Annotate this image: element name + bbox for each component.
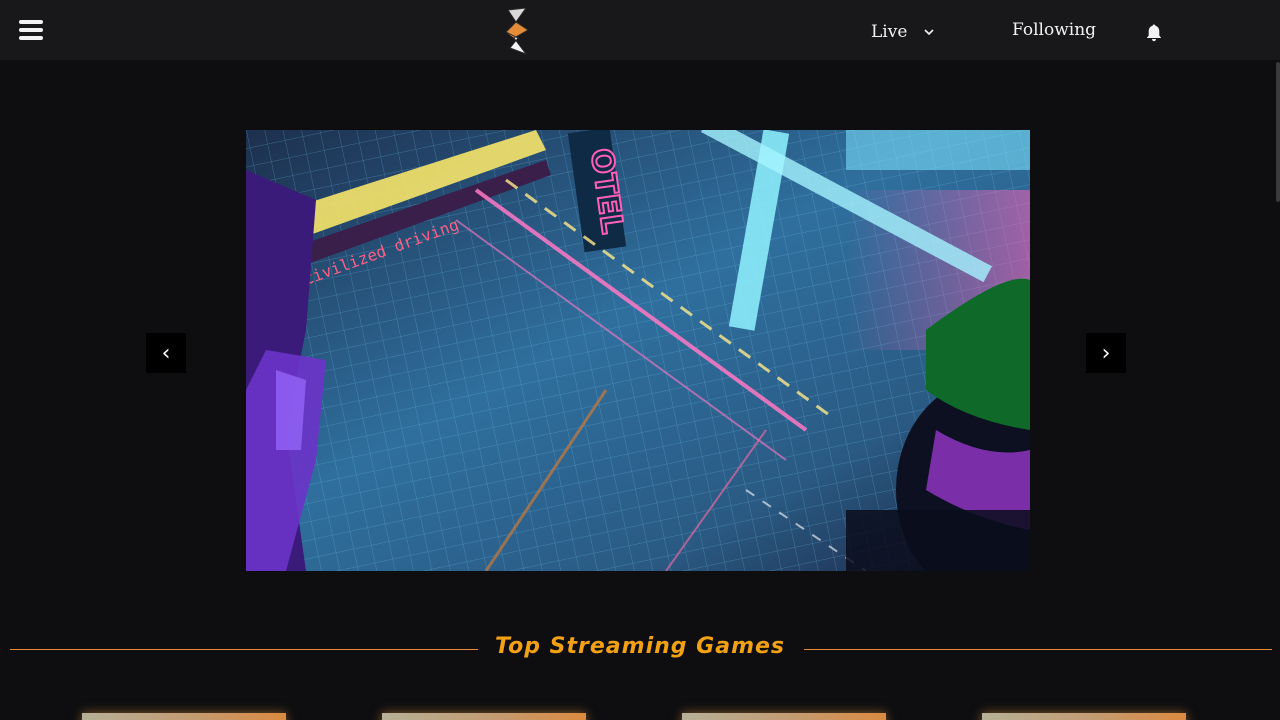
carousel-prev-button[interactable]: ‹	[146, 333, 186, 373]
scrollbar-thumb[interactable]	[1276, 62, 1280, 202]
live-label: Live	[871, 22, 908, 42]
logo-icon[interactable]	[504, 8, 530, 56]
slide-image: civilized driving OTEL	[246, 130, 1030, 571]
following-link[interactable]: Following	[1012, 20, 1096, 40]
section-title: Top Streaming Games	[494, 634, 786, 659]
divider-right	[804, 649, 1272, 650]
carousel-next-button[interactable]: ›	[1086, 333, 1126, 373]
divider-left	[10, 649, 478, 650]
chevron-down-icon	[924, 29, 934, 36]
game-card-1[interactable]	[82, 713, 286, 720]
live-dropdown[interactable]: Live	[871, 20, 935, 44]
game-card-2[interactable]	[382, 713, 586, 720]
bell-icon[interactable]	[1144, 23, 1164, 43]
top-navbar: Live Following	[0, 0, 1280, 60]
game-card-4[interactable]	[982, 713, 1186, 720]
section-header: Top Streaming Games	[0, 630, 1280, 670]
featured-stream-slide[interactable]: civilized driving OTEL	[246, 130, 1030, 571]
hamburger-menu-icon[interactable]	[19, 20, 43, 42]
game-card-3[interactable]	[682, 713, 886, 720]
